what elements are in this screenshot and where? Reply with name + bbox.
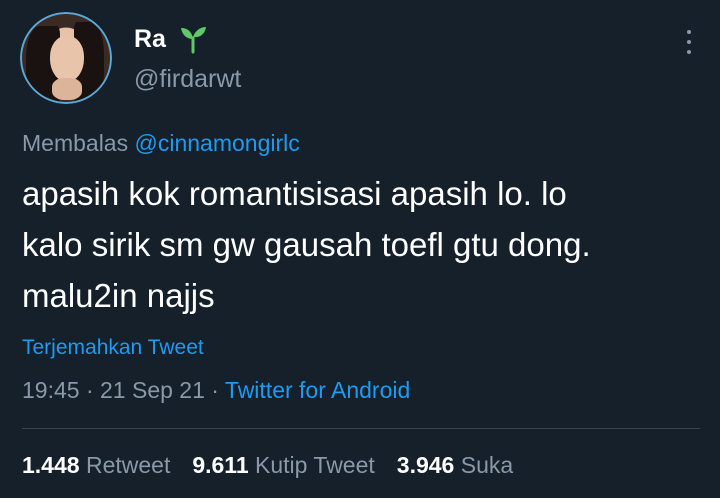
retweet-count: 1.448 [22, 452, 80, 478]
tweet-card: Ra @firdarwt Membalas @cinnamongirlc apa… [0, 0, 720, 498]
like-label: Suka [460, 452, 514, 478]
tweet-source-link[interactable]: Twitter for Android [225, 377, 410, 403]
like-stat[interactable]: 3.946 Suka [397, 450, 513, 480]
avatar[interactable] [20, 12, 112, 104]
meta-separator: · [85, 377, 101, 403]
tweet-time[interactable]: 19:45 [22, 377, 80, 403]
reply-prefix: Membalas [22, 130, 129, 156]
engagement-stats: 1.448 Retweet 9.611 Kutip Tweet 3.946 Su… [22, 450, 513, 480]
retweet-label: Retweet [85, 452, 171, 478]
meta-separator: · [211, 377, 225, 403]
display-name-row[interactable]: Ra [134, 24, 208, 54]
tweet-metadata: 19:45 · 21 Sep 21 · Twitter for Android [22, 375, 410, 405]
like-count: 3.946 [396, 452, 455, 478]
divider [22, 428, 700, 429]
reply-context: Membalas @cinnamongirlc [22, 128, 300, 158]
translate-tweet-link[interactable]: Terjemahkan Tweet [22, 334, 204, 362]
avatar-ring [20, 12, 112, 104]
reply-mention-link[interactable]: @cinnamongirlc [135, 130, 300, 156]
tweet-text: apasih kok romantisisasi apasih lo. lo k… [22, 175, 591, 314]
quote-label: Kutip Tweet [255, 452, 375, 478]
more-options-icon[interactable] [686, 30, 692, 54]
retweet-stat[interactable]: 1.448 Retweet [22, 450, 170, 480]
quote-tweet-stat[interactable]: 9.611 Kutip Tweet [192, 450, 374, 480]
seedling-icon [180, 27, 206, 54]
quote-count: 9.611 [192, 452, 249, 478]
user-handle[interactable]: @firdarwt [134, 64, 241, 94]
tweet-date[interactable]: 21 Sep 21 [100, 377, 205, 403]
display-name[interactable]: Ra [134, 24, 166, 54]
